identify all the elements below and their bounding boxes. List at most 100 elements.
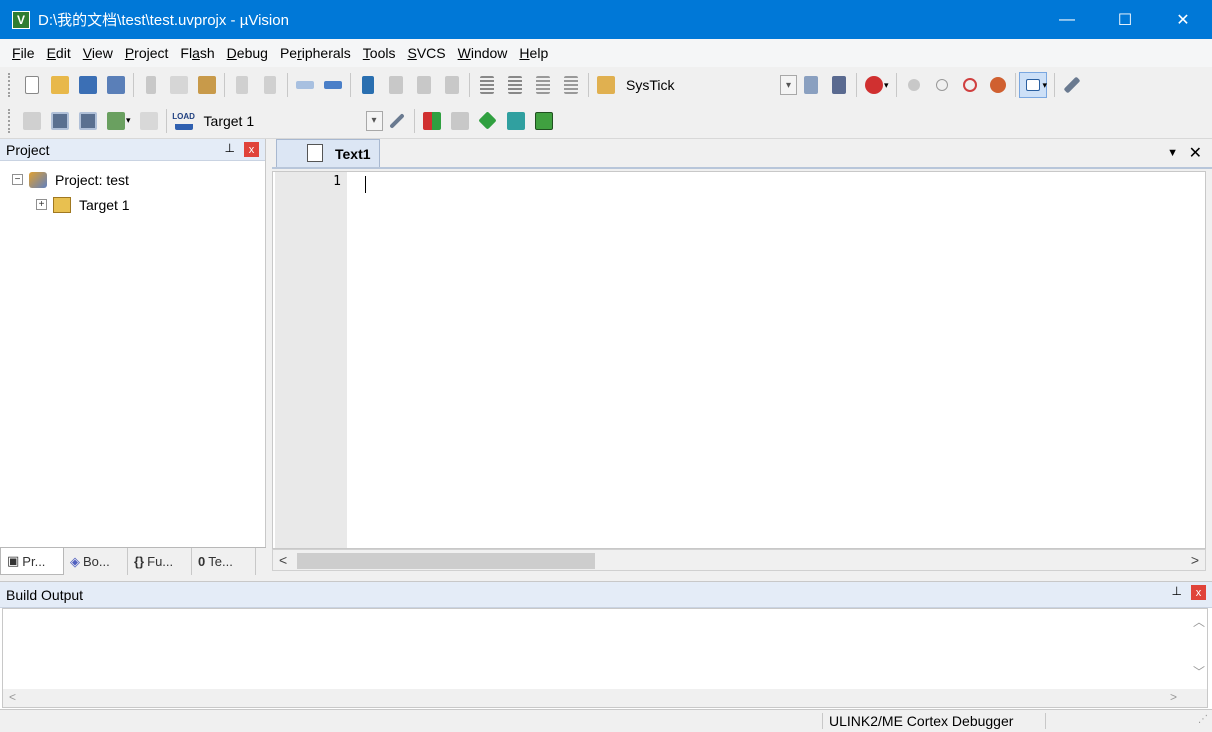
undo-button[interactable]	[228, 72, 256, 98]
clear-bookmarks-button[interactable]	[438, 72, 466, 98]
menu-debug[interactable]: Debug	[221, 45, 274, 61]
build-output-close-icon[interactable]: x	[1191, 585, 1206, 600]
tree-item-project[interactable]: − Project: test	[0, 167, 265, 192]
scroll-down-icon[interactable]: ﹀	[1193, 665, 1205, 679]
save-button[interactable]	[74, 72, 102, 98]
menu-window[interactable]: Window	[452, 45, 514, 61]
build-button[interactable]	[46, 108, 74, 134]
code-editor[interactable]: 1	[272, 171, 1206, 549]
build-horizontal-scrollbar[interactable]: < >	[3, 689, 1207, 707]
tab-project[interactable]: ▣ Pr...	[0, 548, 64, 575]
chevron-down-icon[interactable]: ▾	[365, 110, 383, 131]
download-button[interactable]: LOAD	[170, 108, 198, 134]
unindent-button[interactable]	[501, 72, 529, 98]
indent-button[interactable]	[473, 72, 501, 98]
translate-button[interactable]	[18, 108, 46, 134]
close-button[interactable]: ✕	[1154, 0, 1212, 39]
pin-icon[interactable]: ⊥	[225, 141, 235, 155]
vertical-scrollbar[interactable]: ︿ ﹀	[1193, 615, 1205, 679]
stop-build-button[interactable]	[135, 108, 163, 134]
toolbar-grip[interactable]	[8, 73, 12, 97]
disable-breakpoints-button[interactable]	[956, 72, 984, 98]
uncomment-button[interactable]	[557, 72, 585, 98]
tab-books[interactable]: ◈ Bo...	[64, 548, 128, 575]
tab-templates[interactable]: 0 Te...	[192, 548, 256, 575]
select-software-packs-button[interactable]	[446, 108, 474, 134]
expand-icon[interactable]: +	[36, 199, 47, 210]
find-button[interactable]	[797, 72, 825, 98]
line-number: 1	[333, 174, 341, 189]
batch-build-dropdown-icon[interactable]: ▾	[126, 115, 131, 126]
build-output-title: Build Output	[6, 586, 84, 603]
open-file-button[interactable]	[46, 72, 74, 98]
translate-icon	[23, 111, 41, 130]
toolbar-grip[interactable]	[8, 108, 12, 133]
menu-edit[interactable]: Edit	[41, 45, 77, 61]
collapse-icon[interactable]: −	[12, 174, 23, 185]
toolbar-separator	[1014, 73, 1016, 97]
window-layout-icon	[1025, 79, 1040, 91]
editor-tab-text1[interactable]: Text1	[276, 139, 380, 167]
menu-flash[interactable]: Flash	[174, 45, 220, 61]
scroll-left-icon[interactable]: <	[279, 552, 287, 568]
maximize-button[interactable]: ☐	[1096, 0, 1154, 39]
target-combo[interactable]: Target 1 ▾	[198, 109, 383, 133]
uvision-app-icon[interactable]: V	[12, 10, 30, 29]
editor-horizontal-scrollbar[interactable]: < >	[272, 549, 1206, 571]
menu-view[interactable]: View	[77, 45, 119, 61]
scrollbar-thumb[interactable]	[297, 553, 595, 569]
new-file-button[interactable]	[18, 72, 46, 98]
manage-project-items-button[interactable]	[418, 108, 446, 134]
project-tab-icon: ▣	[7, 553, 20, 568]
redo-button[interactable]	[256, 72, 284, 98]
rebuild-button[interactable]	[74, 108, 102, 134]
scroll-right-icon[interactable]: >	[1191, 552, 1199, 568]
functions-tab-icon: {}	[134, 554, 145, 569]
build-toolbar: ▾ LOAD Target 1 ▾	[0, 103, 1212, 139]
options-for-target-button[interactable]	[383, 108, 411, 134]
scroll-left-icon[interactable]: <	[9, 690, 16, 704]
scroll-up-icon[interactable]: ︿	[1193, 615, 1205, 629]
save-all-button[interactable]	[102, 72, 130, 98]
window-layout-dropdown-icon[interactable]: ▾	[1043, 80, 1048, 91]
debug-dropdown-icon[interactable]: ▾	[884, 80, 889, 91]
tab-functions[interactable]: {} Fu...	[128, 548, 192, 575]
toolbar-separator	[856, 73, 857, 97]
rte-update-button[interactable]	[530, 108, 558, 134]
chevron-down-icon[interactable]: ▾	[780, 75, 797, 95]
previous-bookmark-button[interactable]	[382, 72, 410, 98]
scroll-right-icon[interactable]: >	[1170, 690, 1177, 704]
manage-rte-button[interactable]	[474, 108, 502, 134]
menu-file[interactable]: File	[6, 45, 41, 61]
menu-peripherals[interactable]: Peripherals	[274, 45, 357, 61]
menu-svcs[interactable]: SVCS	[401, 45, 451, 61]
project-panel-close-icon[interactable]: x	[244, 142, 259, 157]
tree-item-target[interactable]: + Target 1	[0, 192, 265, 217]
configure-button[interactable]	[1058, 72, 1086, 98]
insert-breakpoint-button[interactable]	[900, 72, 928, 98]
menu-tools[interactable]: Tools	[357, 45, 402, 61]
resize-grip-icon[interactable]: ⋰	[1198, 714, 1208, 725]
cut-button[interactable]	[137, 72, 165, 98]
menu-project[interactable]: Project	[119, 45, 175, 61]
incremental-find-button[interactable]	[825, 72, 853, 98]
find-in-files-button[interactable]	[592, 72, 620, 98]
comment-button[interactable]	[529, 72, 557, 98]
navigate-back-button[interactable]	[291, 72, 319, 98]
rte-diamond-icon	[478, 111, 497, 130]
minimize-button[interactable]: —	[1038, 0, 1096, 39]
copy-button[interactable]	[165, 72, 193, 98]
menu-help[interactable]: Help	[513, 45, 554, 61]
paste-button[interactable]	[193, 72, 221, 98]
editor-close-icon[interactable]: ✕	[1189, 143, 1202, 163]
pin-icon[interactable]: ⊥	[1172, 584, 1182, 598]
build-output-text[interactable]: ︿ ﹀ < >	[2, 608, 1208, 708]
insert-bookmark-button[interactable]	[354, 72, 382, 98]
navigate-forward-button[interactable]	[319, 72, 347, 98]
tab-list-dropdown-icon[interactable]: ▼	[1167, 147, 1178, 159]
pack-installer-button[interactable]	[502, 108, 530, 134]
enable-breakpoint-button[interactable]	[928, 72, 956, 98]
next-bookmark-button[interactable]	[410, 72, 438, 98]
find-combo[interactable]: SysTick ▾	[620, 73, 797, 97]
kill-breakpoints-button[interactable]	[984, 72, 1012, 98]
